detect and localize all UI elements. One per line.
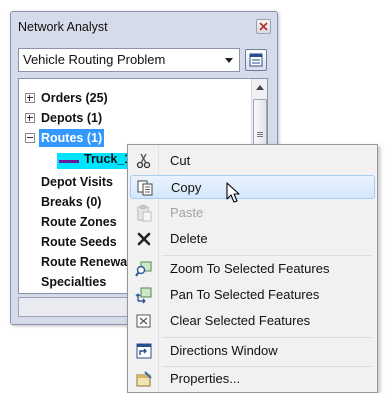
delete-x-icon <box>137 232 151 246</box>
directions-window-icon <box>136 343 152 359</box>
menu-item-properties[interactable]: Properties... <box>130 367 375 391</box>
window-titlebar[interactable]: Network Analyst <box>11 12 277 38</box>
menu-item-label: Properties... <box>170 371 241 386</box>
copy-icon <box>137 180 153 196</box>
clear-selection-icon <box>136 314 151 328</box>
analysis-properties-button[interactable] <box>245 49 267 71</box>
menu-item-copy[interactable]: Copy <box>130 175 375 199</box>
tree-item-label: Depots (1) <box>41 111 103 125</box>
menu-item-label: Copy <box>171 180 202 195</box>
menu-item-clear-selected[interactable]: Clear Selected Features <box>130 309 375 333</box>
pan-to-selected-icon <box>135 287 152 304</box>
menu-item-label: Pan To Selected Features <box>170 287 320 302</box>
route-line-icon <box>59 160 79 163</box>
menu-item-delete[interactable]: Delete <box>130 227 375 251</box>
menu-separator <box>162 337 372 338</box>
menu-item-paste[interactable]: Paste <box>130 201 375 225</box>
problem-selector[interactable]: Vehicle Routing Problem <box>18 48 240 72</box>
collapse-icon[interactable] <box>25 133 35 143</box>
menu-item-cut[interactable]: Cut <box>130 149 375 173</box>
menu-item-label: Paste <box>170 205 204 220</box>
tree-item-label: Depot Visits <box>41 175 114 189</box>
tree-item-label: Specialties <box>41 275 107 289</box>
close-button[interactable] <box>256 19 271 34</box>
problem-selector-value: Vehicle Routing Problem <box>23 52 166 67</box>
menu-item-label: Directions Window <box>170 343 278 358</box>
scissors-icon <box>136 153 151 169</box>
expand-icon[interactable] <box>25 93 35 103</box>
close-icon <box>259 22 268 31</box>
tree-item-label: Route Zones <box>41 215 117 229</box>
menu-item-label: Cut <box>170 153 191 168</box>
menu-item-label: Delete <box>170 231 208 246</box>
menu-item-zoom-to-selected[interactable]: Zoom To Selected Features <box>130 257 375 281</box>
context-menu: Cut Copy Paste Delete Zoom To Selected F… <box>127 144 378 393</box>
menu-item-pan-to-selected[interactable]: Pan To Selected Features <box>130 283 375 307</box>
properties-grid-icon <box>249 53 263 67</box>
properties-icon <box>136 371 152 387</box>
menu-item-label: Clear Selected Features <box>170 313 311 328</box>
menu-item-directions-window[interactable]: Directions Window <box>130 339 375 363</box>
chevron-down-icon <box>225 58 233 63</box>
scroll-up-icon[interactable] <box>256 85 264 90</box>
grip-icon <box>257 132 263 133</box>
tree-item-label: Route Seeds <box>41 235 117 249</box>
tree-item-label: Truck_1 <box>84 152 132 166</box>
tree-item-label: Routes (1) <box>39 129 105 147</box>
tree-item-label: Breaks (0) <box>41 195 102 209</box>
mouse-pointer-icon <box>226 182 240 203</box>
paste-icon <box>137 205 152 222</box>
expand-icon[interactable] <box>25 113 35 123</box>
tree-item-label: Route Renewals <box>41 255 138 269</box>
window-title: Network Analyst <box>18 20 108 34</box>
menu-separator <box>162 255 372 256</box>
menu-item-label: Zoom To Selected Features <box>170 261 330 276</box>
zoom-to-selected-icon <box>135 261 152 277</box>
tree-item-label: Orders (25) <box>41 91 108 105</box>
